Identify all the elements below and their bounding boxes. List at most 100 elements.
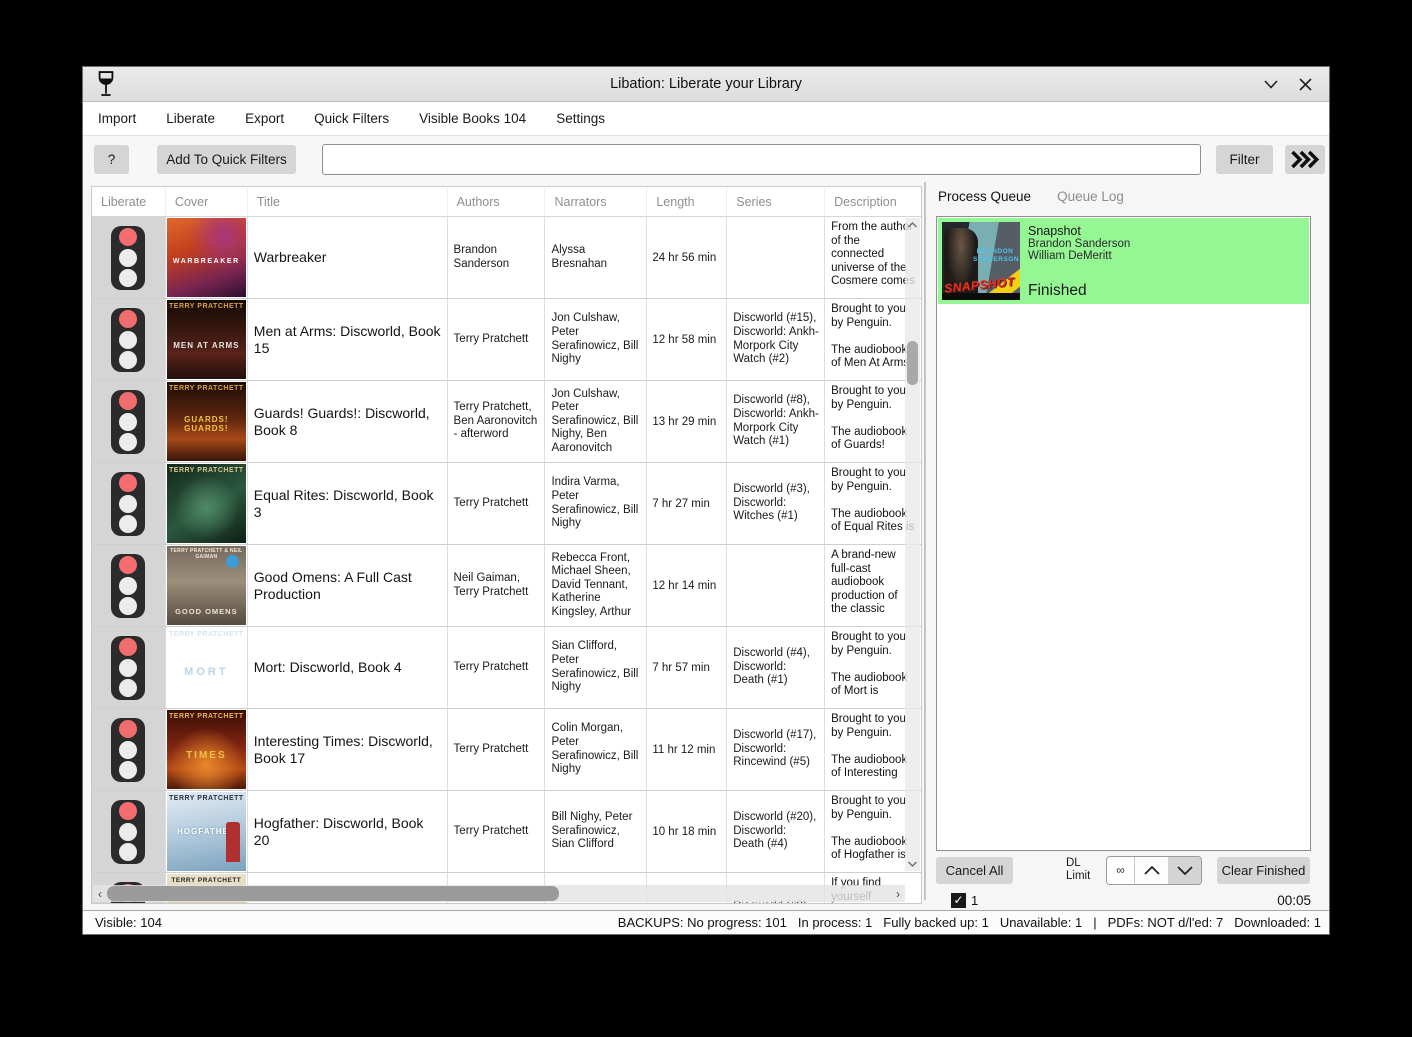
liberate-cell[interactable] (92, 791, 166, 872)
header-liberate[interactable]: Liberate (92, 187, 166, 216)
menu-quick-filters[interactable]: Quick Filters (312, 107, 391, 130)
horizontal-scrollbar-thumb[interactable] (107, 886, 559, 901)
series-cell[interactable]: Discworld (#20), Discworld: Death (#4) (727, 791, 825, 872)
scroll-right-icon[interactable]: › (891, 887, 905, 901)
length-cell[interactable]: 24 hr 56 min (647, 217, 727, 298)
authors-cell[interactable]: Terry Pratchett (448, 791, 546, 872)
narrators-cell[interactable]: Bill Nighy, Peter Serafinowicz, Sian Cli… (545, 791, 647, 872)
stat-separator: | (1093, 915, 1096, 930)
window-minimize-button[interactable] (1261, 74, 1281, 94)
length-cell[interactable]: 7 hr 27 min (647, 463, 727, 544)
authors-cell[interactable]: Terry Pratchett (448, 463, 546, 544)
vertical-scrollbar-thumb[interactable] (907, 341, 918, 385)
horizontal-scrollbar[interactable]: ‹ › (93, 885, 905, 902)
title-cell[interactable]: Guards! Guards!: Discworld, Book 8 (248, 381, 448, 462)
length-cell[interactable]: 10 hr 18 min (647, 791, 727, 872)
authors-cell[interactable]: Brandon Sanderson (448, 217, 546, 298)
liberate-cell[interactable] (92, 627, 166, 708)
title-cell[interactable]: Hogfather: Discworld, Book 20 (248, 791, 448, 872)
filter-button[interactable]: Filter (1216, 145, 1273, 174)
series-cell[interactable] (727, 545, 825, 626)
series-cell[interactable]: Discworld (#8), Discworld: Ankh-Morpork … (727, 381, 825, 462)
liberate-cell[interactable] (92, 381, 166, 462)
scroll-down-icon[interactable] (905, 857, 920, 871)
series-cell[interactable]: Discworld (#3), Discworld: Witches (#1) (727, 463, 825, 544)
dl-limit-increase-button[interactable] (1135, 857, 1168, 884)
title-bar[interactable]: Libation: Liberate your Library (83, 67, 1329, 102)
panel-splitter[interactable] (924, 182, 926, 900)
window-close-button[interactable] (1295, 74, 1315, 94)
menu-visible-books[interactable]: Visible Books 104 (417, 107, 528, 130)
table-row[interactable]: TERRY PRATCHETT MORT Mort: Discworld, Bo… (92, 627, 921, 709)
vertical-scrollbar[interactable] (905, 218, 920, 871)
table-row[interactable]: TERRY PRATCHETT MEN AT ARMS Men at Arms:… (92, 299, 921, 381)
fast-forward-filters-button[interactable] (1285, 145, 1325, 174)
header-series[interactable]: Series (727, 187, 825, 216)
liberate-cell[interactable] (92, 545, 166, 626)
series-cell[interactable]: Discworld (#4), Discworld: Death (#1) (727, 627, 825, 708)
stat-backups: BACKUPS: No progress: 101 (618, 915, 787, 930)
title-cell[interactable]: Equal Rites: Discworld, Book 3 (248, 463, 448, 544)
filter-search-input[interactable] (322, 144, 1201, 175)
narrators-cell[interactable]: Indira Varma, Peter Serafinowicz, Bill N… (545, 463, 647, 544)
narrators-cell[interactable]: Rebecca Front, Michael Sheen, David Tenn… (545, 545, 647, 626)
length-cell[interactable]: 7 hr 57 min (647, 627, 727, 708)
authors-cell[interactable]: Terry Pratchett (448, 709, 546, 790)
scroll-left-icon[interactable]: ‹ (93, 887, 107, 901)
queue-item-finished[interactable]: BRANDON SANDERSON SNAPSHOT Snapshot Bran… (938, 218, 1309, 304)
authors-cell[interactable]: Terry Pratchett (448, 627, 546, 708)
title-cell[interactable]: Good Omens: A Full Cast Production (248, 545, 448, 626)
narrators-cell[interactable]: Alyssa Bresnahan (545, 217, 647, 298)
table-row[interactable]: TERRY PRATCHETT HOGFATHER Hogfather: Dis… (92, 791, 921, 873)
length-cell[interactable]: 12 hr 58 min (647, 299, 727, 380)
length-cell[interactable]: 13 hr 29 min (647, 381, 727, 462)
cancel-all-button[interactable]: Cancel All (936, 857, 1013, 884)
header-authors[interactable]: Authors (448, 187, 546, 216)
tab-queue-log[interactable]: Queue Log (1057, 189, 1124, 204)
series-cell[interactable]: Discworld (#17), Discworld: Rincewind (#… (727, 709, 825, 790)
authors-cell[interactable]: Neil Gaiman, Terry Pratchett (448, 545, 546, 626)
title-cell[interactable]: Men at Arms: Discworld, Book 15 (248, 299, 448, 380)
narrators-cell[interactable]: Colin Morgan, Peter Serafinowicz, Bill N… (545, 709, 647, 790)
dl-limit-decrease-button[interactable] (1168, 857, 1201, 884)
chevron-up-icon (1144, 866, 1160, 875)
liberate-cell[interactable] (92, 463, 166, 544)
length-cell[interactable]: 12 hr 14 min (647, 545, 727, 626)
menu-liberate[interactable]: Liberate (164, 107, 217, 130)
narrators-cell[interactable]: Jon Culshaw, Peter Serafinowicz, Bill Ni… (545, 299, 647, 380)
help-button[interactable]: ? (94, 145, 129, 174)
series-cell[interactable] (727, 217, 825, 298)
table-row[interactable]: TERRY PRATCHETT GUARDS! GUARDS! Guards! … (92, 381, 921, 463)
backup-stats: BACKUPS: No progress: 101 In process: 1 … (618, 915, 1329, 930)
title-cell[interactable]: Mort: Discworld, Book 4 (248, 627, 448, 708)
table-row[interactable]: TERRY PRATCHETT Equal Rites: Discworld, … (92, 463, 921, 545)
traffic-light-icon (111, 554, 145, 618)
table-row[interactable]: TERRY PRATCHETT & NEIL GAIMAN GOOD OMENS… (92, 545, 921, 627)
title-cell[interactable]: Warbreaker (248, 217, 448, 298)
liberate-cell[interactable] (92, 299, 166, 380)
liberate-cell[interactable] (92, 217, 166, 298)
header-cover[interactable]: Cover (166, 187, 248, 216)
scroll-up-icon[interactable] (905, 218, 920, 232)
header-narrators[interactable]: Narrators (545, 187, 647, 216)
tab-process-queue[interactable]: Process Queue (938, 189, 1031, 204)
length-cell[interactable]: 11 hr 12 min (647, 709, 727, 790)
header-length[interactable]: Length (647, 187, 727, 216)
queue-count-checkbox[interactable]: ✓ (951, 893, 966, 908)
menu-import[interactable]: Import (96, 107, 138, 130)
liberate-cell[interactable] (92, 709, 166, 790)
add-to-quick-filters-button[interactable]: Add To Quick Filters (157, 145, 296, 174)
authors-cell[interactable]: Terry Pratchett, Ben Aaronovitch - after… (448, 381, 546, 462)
menu-settings[interactable]: Settings (554, 107, 607, 130)
table-row[interactable]: TERRY PRATCHETT TIMES Interesting Times:… (92, 709, 921, 791)
header-title[interactable]: Title (248, 187, 448, 216)
table-row[interactable]: WARBREAKER Warbreaker Brandon Sanderson … (92, 217, 921, 299)
series-cell[interactable]: Discworld (#15), Discworld: Ankh-Morpork… (727, 299, 825, 380)
narrators-cell[interactable]: Jon Culshaw, Peter Serafinowicz, Bill Ni… (545, 381, 647, 462)
authors-cell[interactable]: Terry Pratchett (448, 299, 546, 380)
menu-export[interactable]: Export (243, 107, 286, 130)
clear-finished-button[interactable]: Clear Finished (1217, 857, 1310, 884)
title-cell[interactable]: Interesting Times: Discworld, Book 17 (248, 709, 448, 790)
narrators-cell[interactable]: Sian Clifford, Peter Serafinowicz, Bill … (545, 627, 647, 708)
header-description[interactable]: Description (825, 187, 921, 216)
